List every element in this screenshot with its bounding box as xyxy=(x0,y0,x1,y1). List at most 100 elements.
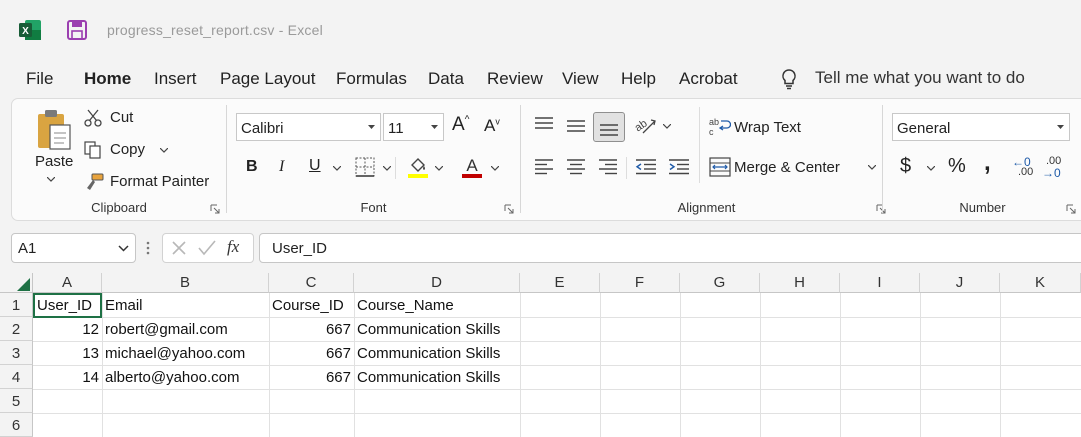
paste-button[interactable]: Paste xyxy=(26,107,76,191)
cell-a4[interactable]: 14 xyxy=(33,365,99,389)
more-options-icon[interactable] xyxy=(146,240,150,256)
cell-d3[interactable]: Communication Skills xyxy=(357,341,519,365)
cell-c2[interactable]: 667 xyxy=(269,317,351,341)
comma-style-button[interactable]: , xyxy=(984,149,991,177)
cell-d1[interactable]: Course_Name xyxy=(357,293,519,317)
copy-icon xyxy=(84,141,101,159)
cell-b2[interactable]: robert@gmail.com xyxy=(105,317,267,341)
chevron-down-icon[interactable] xyxy=(491,166,499,171)
tab-review[interactable]: Review xyxy=(487,69,543,89)
align-left-icon[interactable] xyxy=(534,159,554,175)
column-header-i[interactable]: I xyxy=(840,273,920,293)
tab-file[interactable]: File xyxy=(26,69,53,89)
chevron-down-icon[interactable] xyxy=(333,166,341,171)
decrease-font-size-icon[interactable]: Av xyxy=(484,116,500,136)
cell-c3[interactable]: 667 xyxy=(269,341,351,365)
dialog-launcher-icon[interactable] xyxy=(210,204,220,214)
tab-insert[interactable]: Insert xyxy=(154,69,197,89)
column-header-a[interactable]: A xyxy=(33,273,102,293)
increase-decimal-button[interactable]: ←0 .00 xyxy=(1012,155,1036,179)
column-header-b[interactable]: B xyxy=(102,273,269,293)
cell-a3[interactable]: 13 xyxy=(33,341,99,365)
cancel-icon[interactable] xyxy=(171,240,187,256)
insert-function-icon[interactable]: fx xyxy=(227,237,239,257)
row-header-5[interactable]: 5 xyxy=(0,389,33,413)
cell-b4[interactable]: alberto@yahoo.com xyxy=(105,365,267,389)
fill-color-icon[interactable] xyxy=(407,155,429,179)
number-group: General $ % , ←0 .00 .00 →0 Number xyxy=(883,99,1081,220)
spreadsheet-grid: A B C D E F G H I J K 1 2 3 4 5 6 User_I… xyxy=(0,273,1081,437)
currency-format-button[interactable]: $ xyxy=(900,155,911,178)
tab-formulas[interactable]: Formulas xyxy=(336,69,407,89)
cell-a2[interactable]: 12 xyxy=(33,317,99,341)
column-header-c[interactable]: C xyxy=(269,273,354,293)
cell-b3[interactable]: michael@yahoo.com xyxy=(105,341,267,365)
row-header-1[interactable]: 1 xyxy=(0,293,33,317)
chevron-down-icon xyxy=(868,165,876,170)
tab-home[interactable]: Home xyxy=(84,69,131,89)
column-header-h[interactable]: H xyxy=(760,273,840,293)
orientation-icon[interactable]: ab xyxy=(633,114,657,136)
decrease-indent-icon[interactable] xyxy=(635,159,657,175)
align-middle-icon[interactable] xyxy=(566,119,586,135)
font-color-icon[interactable]: A xyxy=(461,155,483,179)
column-header-e[interactable]: E xyxy=(520,273,600,293)
decrease-decimal-button[interactable]: .00 →0 xyxy=(1042,155,1068,180)
align-right-icon[interactable] xyxy=(598,159,618,175)
align-center-icon[interactable] xyxy=(566,159,586,175)
bold-button[interactable]: B xyxy=(246,158,258,176)
cell-c1[interactable]: Course_ID xyxy=(272,293,354,317)
column-header-f[interactable]: F xyxy=(600,273,680,293)
enter-check-icon[interactable] xyxy=(198,240,216,256)
save-icon[interactable] xyxy=(66,19,88,41)
cell-d2[interactable]: Communication Skills xyxy=(357,317,519,341)
name-box[interactable]: A1 xyxy=(11,233,136,263)
paintbrush-icon xyxy=(87,173,104,190)
column-header-d[interactable]: D xyxy=(354,273,520,293)
italic-button[interactable]: I xyxy=(279,158,284,176)
row-header-2[interactable]: 2 xyxy=(0,317,33,341)
tab-page-layout[interactable]: Page Layout xyxy=(220,69,315,89)
percent-format-button[interactable]: % xyxy=(948,155,966,178)
chevron-down-icon[interactable] xyxy=(663,124,671,129)
row-header-4[interactable]: 4 xyxy=(0,365,33,389)
tab-acrobat[interactable]: Acrobat xyxy=(679,69,738,89)
copy-button[interactable]: Copy xyxy=(84,139,214,161)
wrap-text-button[interactable]: ab c Wrap Text xyxy=(709,115,819,139)
font-name-select[interactable]: Calibri xyxy=(236,113,381,141)
align-bottom-button[interactable] xyxy=(593,112,625,142)
chevron-down-icon[interactable] xyxy=(927,166,935,171)
alignment-group-label: Alignment xyxy=(677,200,736,215)
wrap-text-label: Wrap Text xyxy=(734,119,801,136)
chevron-down-icon[interactable] xyxy=(435,166,443,171)
row-header-6[interactable]: 6 xyxy=(0,413,33,437)
tab-view[interactable]: View xyxy=(562,69,599,89)
tell-me-search[interactable]: Tell me what you want to do xyxy=(815,68,1025,88)
row-header-3[interactable]: 3 xyxy=(0,341,33,365)
wrap-text-icon: ab c xyxy=(709,117,731,137)
borders-icon[interactable] xyxy=(355,157,375,177)
column-header-g[interactable]: G xyxy=(680,273,760,293)
underline-button[interactable]: U xyxy=(309,157,321,175)
cell-c4[interactable]: 667 xyxy=(269,365,351,389)
cell-b1[interactable]: Email xyxy=(105,293,267,317)
dialog-launcher-icon[interactable] xyxy=(504,204,514,214)
cell-d4[interactable]: Communication Skills xyxy=(357,365,519,389)
select-all-corner[interactable] xyxy=(0,273,33,293)
chevron-down-icon[interactable] xyxy=(383,166,391,171)
format-painter-button[interactable]: Format Painter xyxy=(84,171,220,193)
cut-button[interactable]: Cut xyxy=(84,107,214,129)
formula-input[interactable]: User_ID xyxy=(259,233,1081,263)
tab-help[interactable]: Help xyxy=(621,69,656,89)
merge-center-button[interactable]: Merge & Center xyxy=(709,155,879,179)
font-size-select[interactable]: 11 xyxy=(383,113,444,141)
number-format-select[interactable]: General xyxy=(892,113,1070,141)
align-top-icon[interactable] xyxy=(534,116,554,132)
tab-data[interactable]: Data xyxy=(428,69,464,89)
formula-bar: A1 fx User_ID xyxy=(0,221,1081,273)
dialog-launcher-icon[interactable] xyxy=(1066,204,1076,214)
increase-font-size-icon[interactable]: A^ xyxy=(452,114,469,136)
column-header-k[interactable]: K xyxy=(1000,273,1081,293)
increase-indent-icon[interactable] xyxy=(668,159,690,175)
column-header-j[interactable]: J xyxy=(920,273,1000,293)
